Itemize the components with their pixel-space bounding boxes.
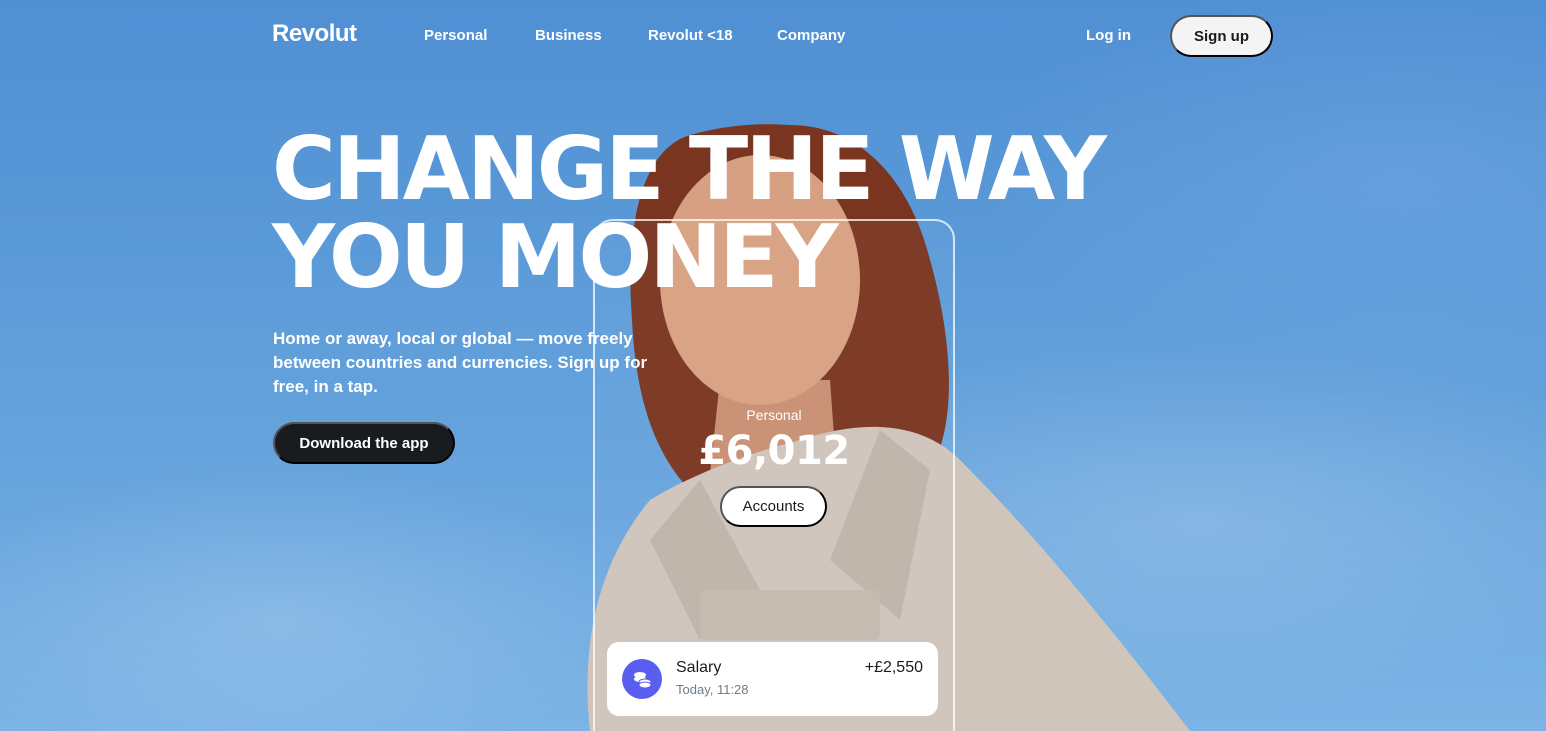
transaction-name: Salary xyxy=(676,659,722,676)
download-app-button[interactable]: Download the app xyxy=(273,422,455,464)
signup-button[interactable]: Sign up xyxy=(1170,15,1273,57)
transaction-amount: +£2,550 xyxy=(864,659,923,676)
account-balance: £6,012 xyxy=(698,428,850,474)
transaction-card: Salary Today, 11:28 +£2,550 xyxy=(607,642,938,716)
top-navigation: Revolut Personal Business Revolut <18 Co… xyxy=(0,0,1546,72)
login-link[interactable]: Log in xyxy=(1086,27,1131,44)
nav-link-business[interactable]: Business xyxy=(535,27,602,44)
transaction-time: Today, 11:28 xyxy=(676,682,749,697)
accounts-button[interactable]: Accounts xyxy=(720,486,827,527)
account-label: Personal xyxy=(746,407,802,423)
coins-icon xyxy=(622,659,662,699)
revolut-logo[interactable]: Revolut xyxy=(272,20,357,48)
nav-link-revolut-under-18[interactable]: Revolut <18 xyxy=(648,27,733,44)
nav-link-company[interactable]: Company xyxy=(777,27,845,44)
nav-link-personal[interactable]: Personal xyxy=(424,27,487,44)
